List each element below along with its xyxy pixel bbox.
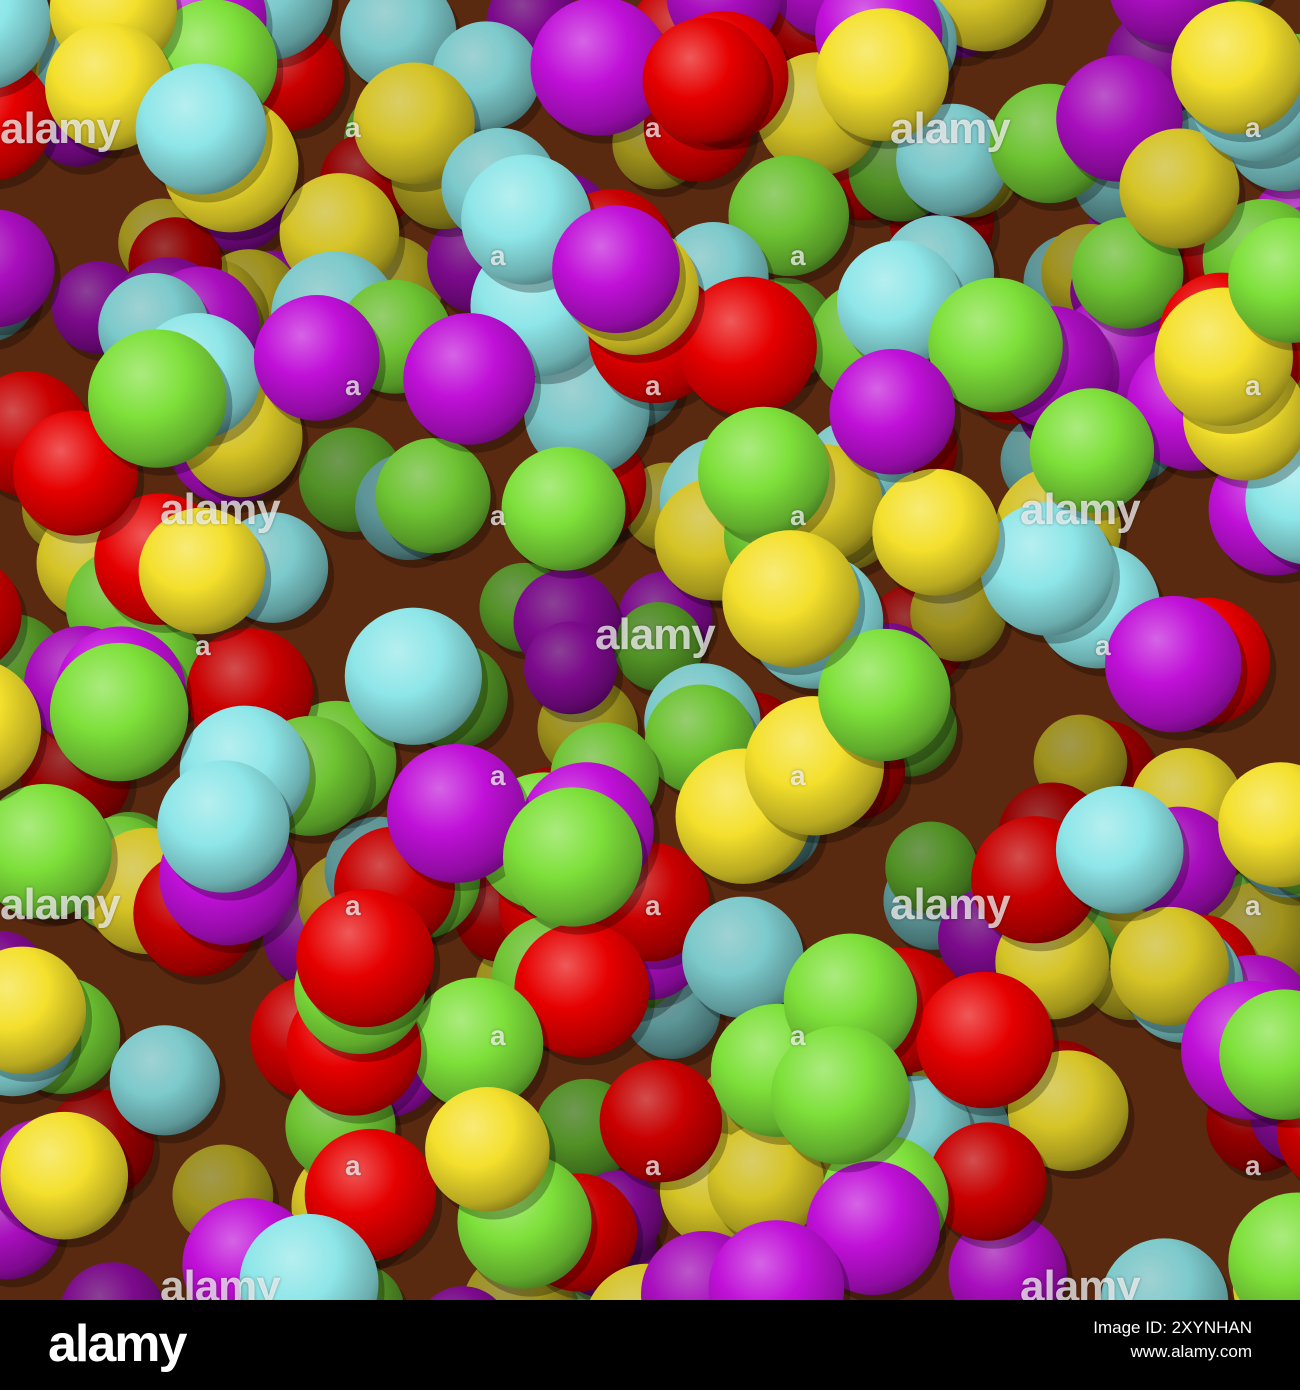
ball-cyan <box>157 760 290 893</box>
ball-magenta <box>552 205 680 334</box>
balls-layer <box>0 0 1300 1300</box>
image-id-text: Image ID: 2XYNHAN <box>1093 1318 1252 1337</box>
ball-magenta <box>253 295 380 421</box>
ball-depth-shade <box>375 438 491 554</box>
ball-yellow <box>138 507 266 635</box>
ball-cyan <box>1055 785 1184 914</box>
ball-depth-shade <box>1100 1238 1229 1300</box>
ball-green <box>49 642 189 782</box>
ball-magenta <box>1105 595 1242 733</box>
ball-depth-shade <box>524 621 617 715</box>
ball-green <box>697 406 830 539</box>
site-url-text: www.alamy.com <box>1130 1342 1252 1361</box>
ball-yellow <box>1171 1 1300 135</box>
ball-yellow <box>816 8 949 141</box>
ball-yellow <box>872 468 1000 596</box>
colorful-balls-photo: alamy alamy alamy alamy alamy alamy alam… <box>0 0 1300 1300</box>
stock-footer-bar: alamy Image ID: 2XYNHAN www.alamy.com <box>0 1300 1300 1390</box>
alamy-logo: alamy <box>48 1315 187 1373</box>
ball-magenta <box>829 348 956 475</box>
ball-green <box>502 787 643 927</box>
ball-yellow <box>425 1086 550 1212</box>
ball-green <box>771 1025 910 1165</box>
ball-yellow <box>722 530 860 668</box>
ball-green <box>501 446 626 571</box>
ball-green <box>1029 388 1155 513</box>
ball-red <box>296 889 435 1028</box>
ball-red <box>642 17 768 143</box>
ball-yellow <box>0 1111 129 1240</box>
ball-green <box>87 329 227 468</box>
ball-depth-shade <box>599 1059 723 1183</box>
ball-depth-shade <box>109 1025 220 1136</box>
ball-magenta <box>403 312 535 445</box>
ball-red <box>916 971 1054 1109</box>
image-info: Image ID: 2XYNHAN www.alamy.com <box>1093 1316 1252 1364</box>
ball-depth-shade <box>61 1262 163 1300</box>
ball-green <box>1228 1192 1300 1300</box>
ball-cyan <box>344 607 482 745</box>
ball-cyan <box>135 63 267 195</box>
